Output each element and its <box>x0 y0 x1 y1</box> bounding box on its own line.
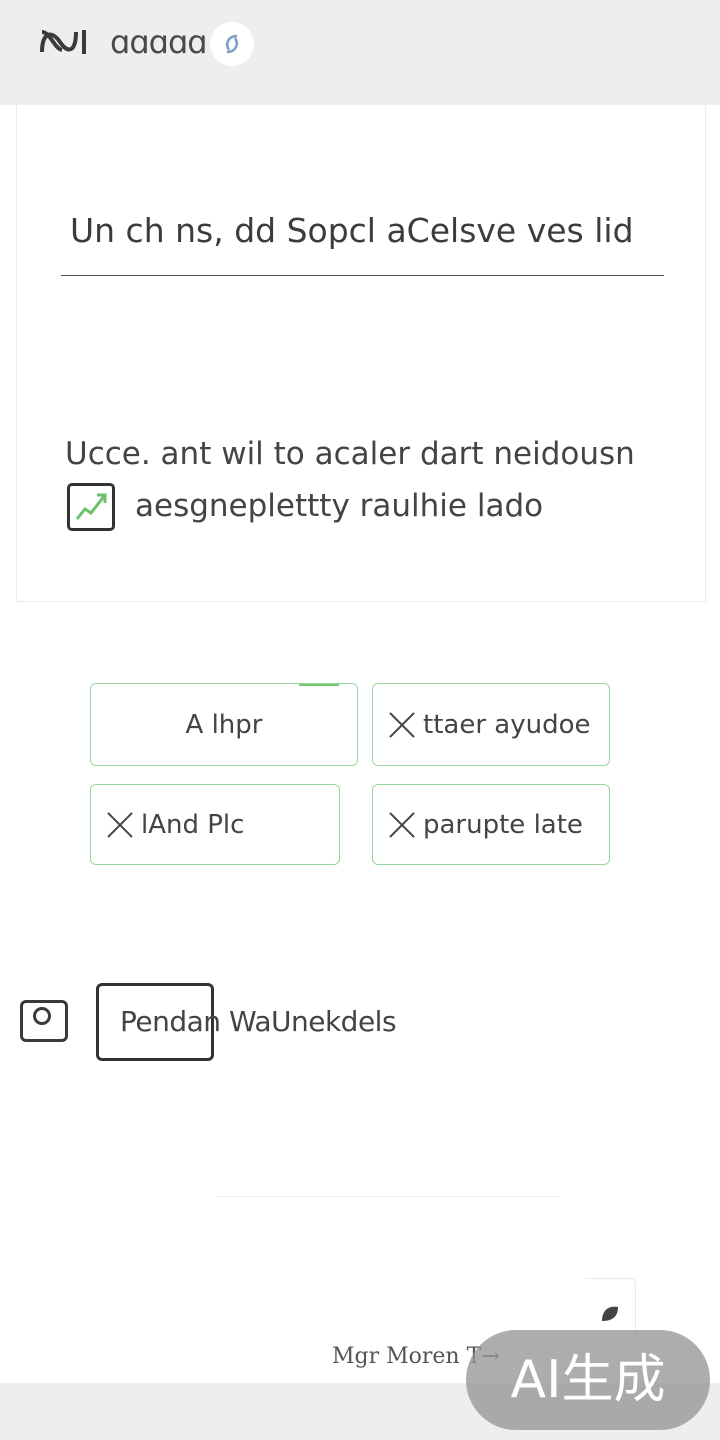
chip-3[interactable]: lAnd Plc <box>90 784 340 865</box>
chip-1[interactable]: A lhpr <box>90 683 358 766</box>
chip-label: A lhpr <box>185 709 263 740</box>
chip-4[interactable]: parupte late <box>372 784 610 865</box>
leaf-icon <box>602 1306 618 1321</box>
chip-label: ttaer ayudoe <box>423 709 591 740</box>
camera-icon[interactable] <box>20 1000 68 1042</box>
card-description-line1: Ucce. ant wil to acaler dart neidousn <box>65 436 635 472</box>
headline-divider <box>61 275 664 276</box>
chip-label: parupte late <box>423 809 583 840</box>
sync-icon[interactable] <box>210 22 254 66</box>
close-icon[interactable] <box>387 710 417 740</box>
chip-2[interactable]: ttaer ayudoe <box>372 683 610 766</box>
content-card: Un ch ns, dd Sopcl aCelsve ves lid Ucce.… <box>16 105 706 602</box>
close-icon[interactable] <box>387 810 417 840</box>
watermark: AI生成 <box>466 1330 710 1430</box>
infinity-logo-icon[interactable] <box>38 22 90 62</box>
chip-label: lAnd Plc <box>141 809 245 840</box>
section-divider <box>218 1196 558 1197</box>
close-icon[interactable] <box>105 810 135 840</box>
top-bar: ɑɑɑɑɑ <box>0 0 720 105</box>
app-title: ɑɑɑɑɑ <box>110 23 208 61</box>
card-description-line2: aesgneplettty raulhie lado <box>135 488 544 524</box>
camera-lens <box>33 1007 51 1025</box>
trend-checkbox-icon[interactable] <box>67 483 115 531</box>
chip-accent <box>299 684 339 686</box>
card-headline: Un ch ns, dd Sopcl aCelsve ves lid <box>70 211 634 250</box>
pending-label: Pendan WaUnekdels <box>120 1005 397 1038</box>
